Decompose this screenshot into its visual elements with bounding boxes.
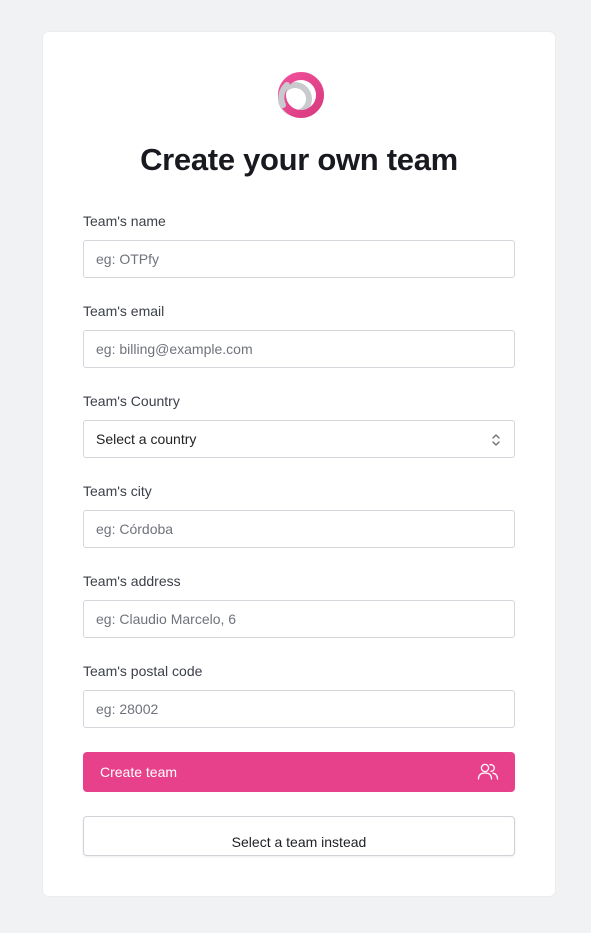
team-address-input[interactable] bbox=[83, 600, 515, 638]
team-postal-code-label: Team's postal code bbox=[83, 663, 203, 679]
team-email-input[interactable] bbox=[83, 330, 515, 368]
country-select-value: Select a country bbox=[96, 431, 197, 447]
select-team-instead-button[interactable]: Select a team instead bbox=[83, 816, 515, 856]
create-team-button[interactable]: Create team bbox=[83, 752, 515, 792]
select-arrows-icon bbox=[492, 434, 500, 446]
team-country-select[interactable]: Select a country bbox=[83, 420, 515, 458]
team-name-input[interactable] bbox=[83, 240, 515, 278]
circle-logo-icon bbox=[278, 72, 324, 118]
team-name-label: Team's name bbox=[83, 213, 166, 229]
team-country-label: Team's Country bbox=[83, 393, 180, 409]
create-team-card: Create your own team Team's name Team's … bbox=[43, 32, 555, 896]
team-postal-code-input[interactable] bbox=[83, 690, 515, 728]
team-icon bbox=[477, 763, 499, 780]
team-email-label: Team's email bbox=[83, 303, 165, 319]
select-team-instead-label: Select a team instead bbox=[231, 834, 367, 850]
page-title: Create your own team bbox=[140, 142, 458, 177]
create-team-button-label: Create team bbox=[100, 764, 178, 780]
team-city-label: Team's city bbox=[83, 483, 152, 499]
team-address-label: Team's address bbox=[83, 573, 181, 589]
team-city-input[interactable] bbox=[83, 510, 515, 548]
